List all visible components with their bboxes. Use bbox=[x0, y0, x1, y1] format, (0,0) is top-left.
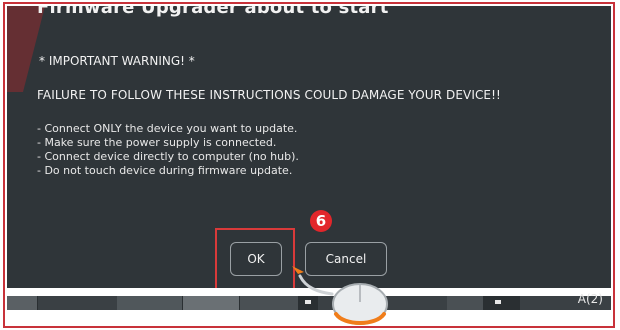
instruction-item: - Do not touch device during firmware up… bbox=[37, 164, 293, 177]
instruction-item: - Connect ONLY the device you want to up… bbox=[37, 122, 298, 135]
click-arrow-icon bbox=[292, 266, 304, 274]
step-badge: 6 bbox=[310, 210, 332, 232]
ok-button[interactable]: OK bbox=[230, 242, 282, 276]
taskbar-segment[interactable] bbox=[117, 296, 183, 310]
taskbar-segment[interactable] bbox=[483, 296, 520, 310]
warning-heading: * IMPORTANT WARNING! * bbox=[39, 54, 195, 68]
taskbar-segment[interactable] bbox=[7, 296, 38, 310]
instruction-item: - Make sure the power supply is connecte… bbox=[37, 136, 277, 149]
instruction-item: - Connect device directly to computer (n… bbox=[37, 150, 299, 163]
instruction-list: - Connect ONLY the device you want to up… bbox=[37, 122, 299, 178]
taskbar-segment[interactable] bbox=[447, 296, 484, 310]
mouse-cable-icon bbox=[298, 274, 334, 296]
taskbar-corner-label: A(2) bbox=[577, 292, 603, 306]
firmware-upgrade-dialog: Firmware Upgrader about to start * IMPOR… bbox=[7, 6, 611, 288]
failure-notice: FAILURE TO FOLLOW THESE INSTRUCTIONS COU… bbox=[37, 88, 501, 102]
taskbar-marker-icon bbox=[495, 300, 501, 304]
dialog-title: Firmware Upgrader about to start bbox=[37, 6, 389, 18]
taskbar-segment[interactable] bbox=[183, 296, 240, 310]
mouse-click-icon bbox=[292, 266, 388, 325]
warning-graphic bbox=[7, 6, 45, 92]
